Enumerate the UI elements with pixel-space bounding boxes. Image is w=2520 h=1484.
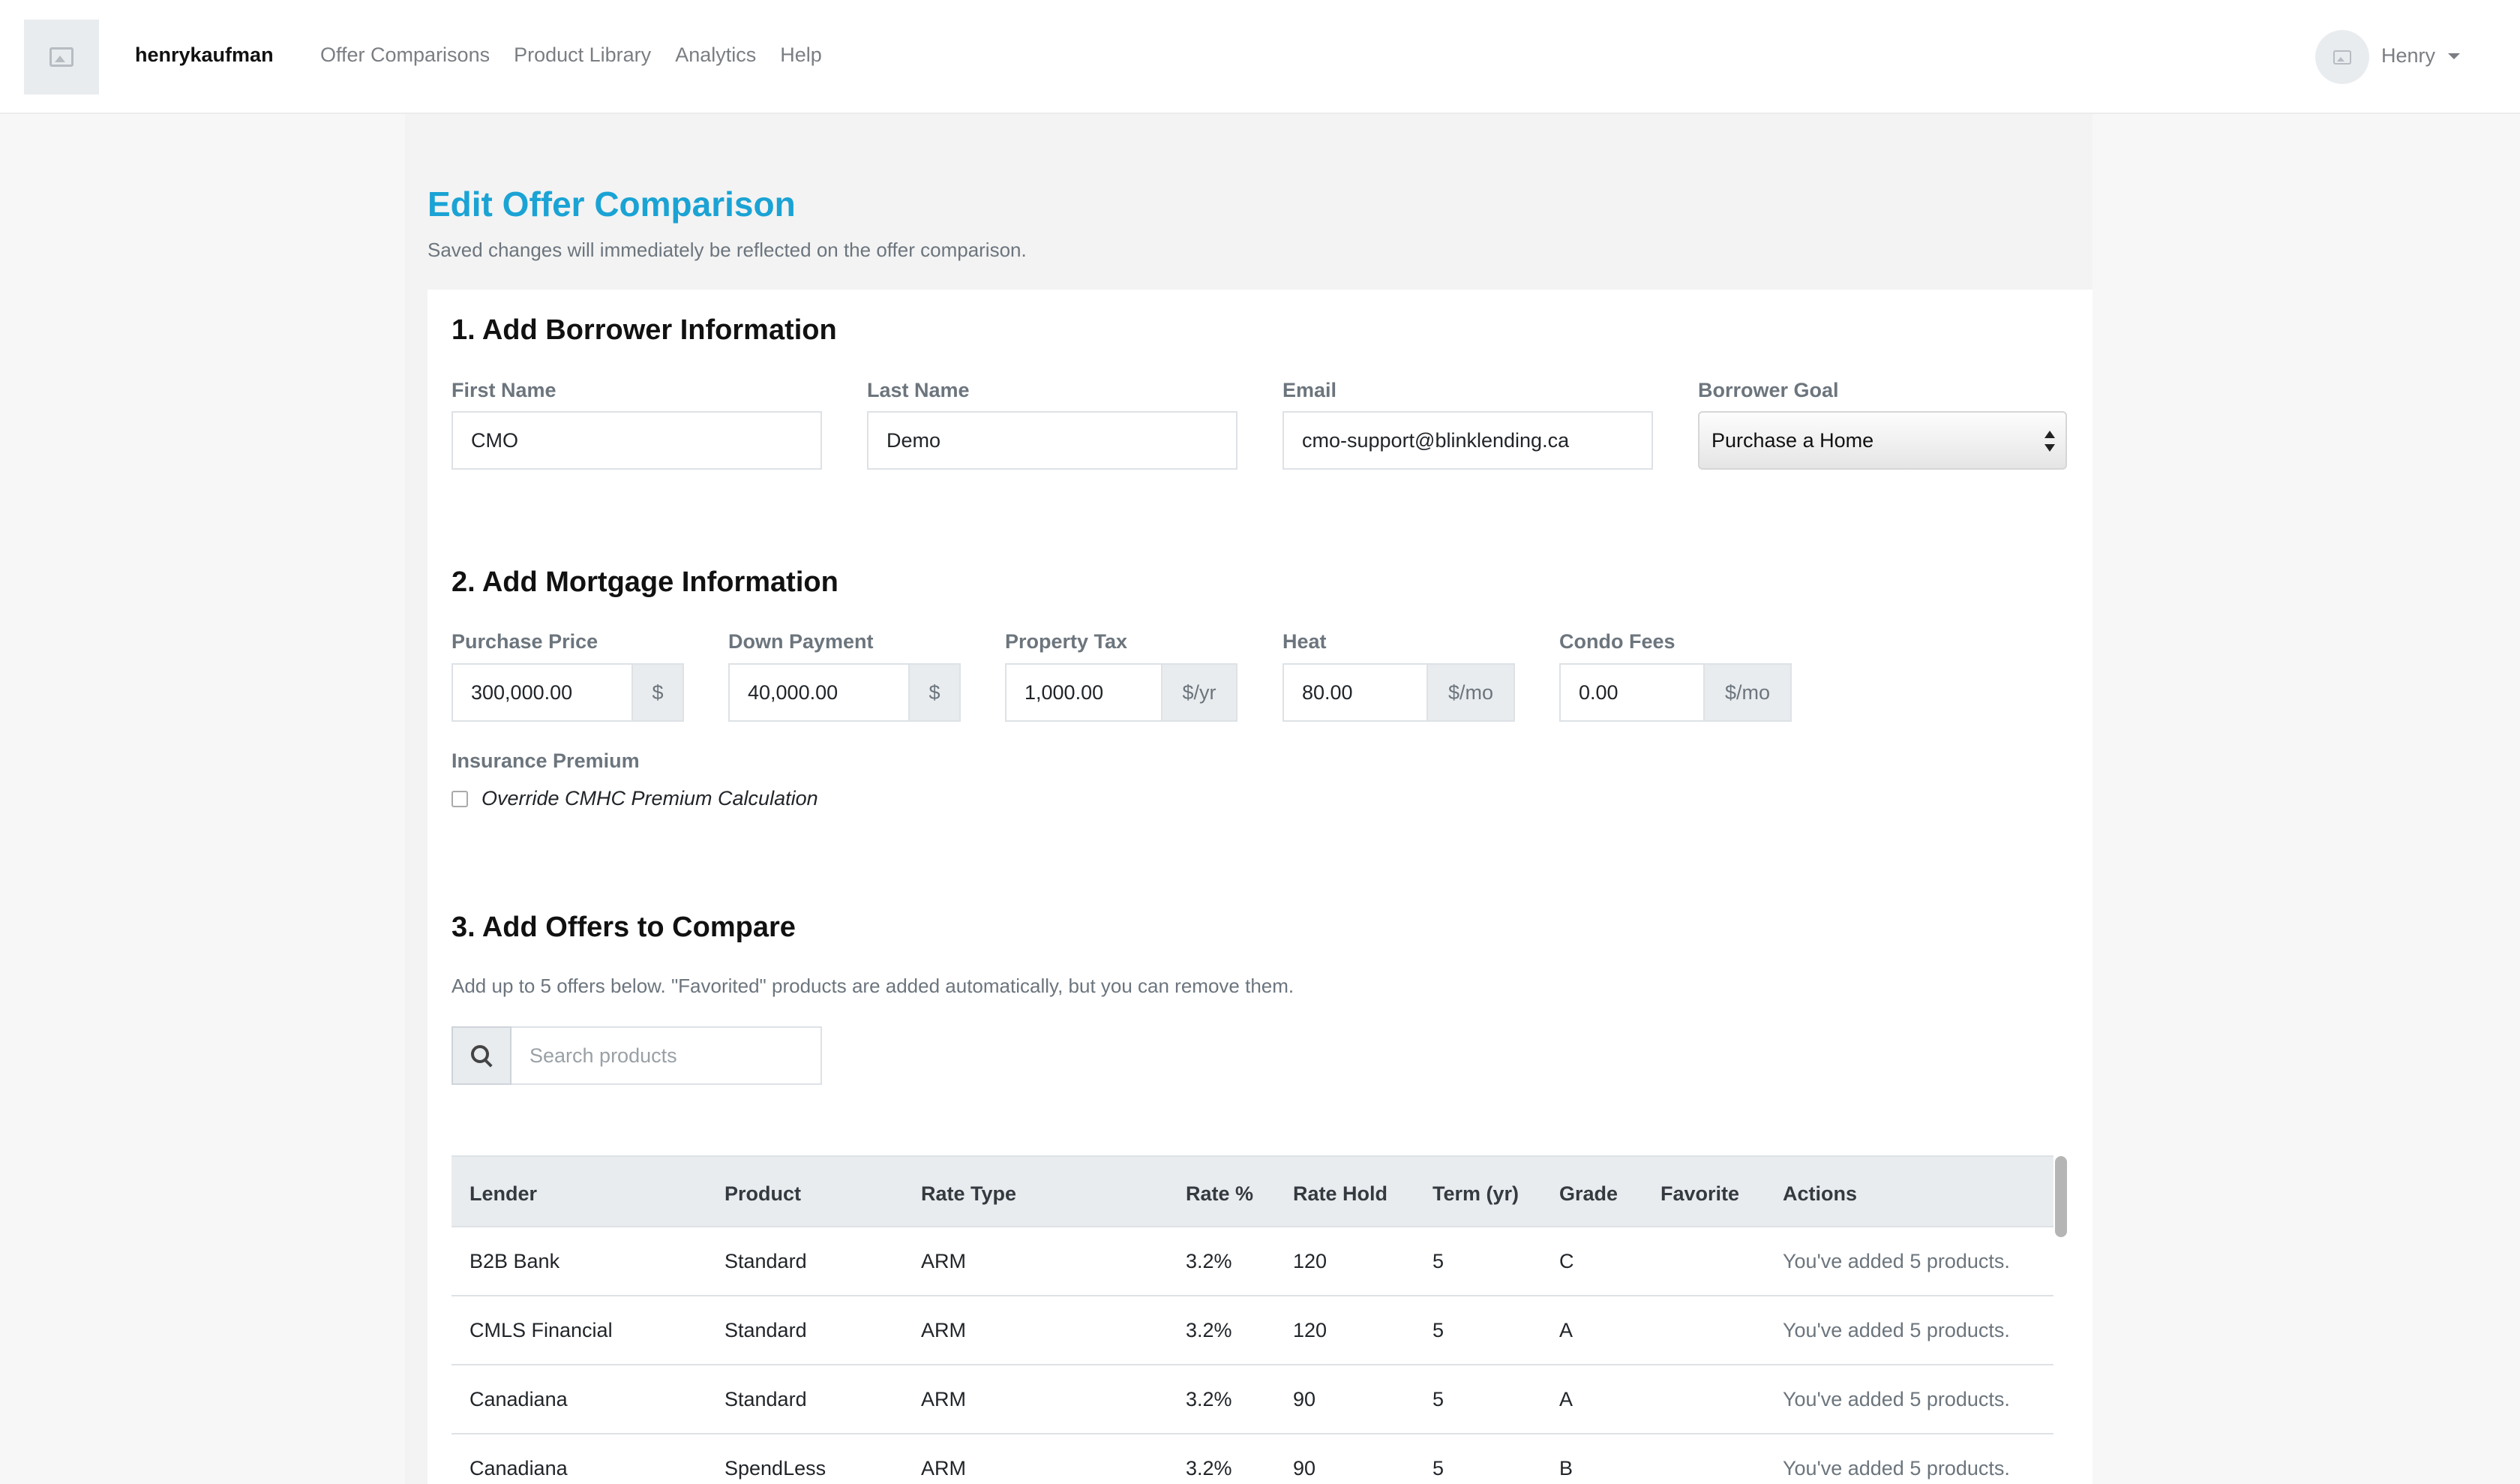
first-name-input[interactable]: CMO <box>452 411 822 470</box>
search-icon <box>471 1045 489 1063</box>
cell-lender: Canadiana <box>470 1457 568 1479</box>
search-products-input[interactable]: Search products <box>512 1026 822 1085</box>
property-tax-unit: $/yr <box>1162 663 1238 722</box>
cell-product: SpendLess <box>724 1457 826 1479</box>
purchase-price-label: Purchase Price <box>452 630 598 653</box>
property-tax-input[interactable]: 1,000.00 <box>1005 663 1162 722</box>
cell-rate-type: ARM <box>921 1457 966 1479</box>
page-subtitle: Saved changes will immediately be reflec… <box>428 239 1027 261</box>
cell-rate-type: ARM <box>921 1388 966 1410</box>
cell-term: 5 <box>1432 1388 1444 1410</box>
nav-links: Offer Comparisons Product Library Analyt… <box>320 44 822 67</box>
offers-description: Add up to 5 offers below. "Favorited" pr… <box>452 975 1294 997</box>
borrower-goal-label: Borrower Goal <box>1698 379 1839 401</box>
cell-rate: 3.2% <box>1186 1319 1232 1341</box>
cell-rate: 3.2% <box>1186 1388 1232 1410</box>
cell-grade: C <box>1559 1250 1574 1272</box>
page-title: Edit Offer Comparison <box>428 185 796 224</box>
cell-rate-hold: 90 <box>1293 1457 1316 1479</box>
purchase-price-unit: $ <box>633 663 684 722</box>
cell-rate-type: ARM <box>921 1319 966 1341</box>
col-lender[interactable]: Lender <box>470 1182 537 1206</box>
cell-grade: B <box>1559 1457 1574 1479</box>
section-borrower-title: 1. Add Borrower Information <box>452 314 837 346</box>
search-button[interactable] <box>452 1026 512 1085</box>
cell-product: Standard <box>724 1319 807 1341</box>
borrower-goal-value: Purchase a Home <box>1712 428 1874 452</box>
table-row: Canadiana SpendLess ARM 3.2% 90 5 B You'… <box>452 1434 2054 1484</box>
purchase-price-input[interactable]: 300,000.00 <box>452 663 633 722</box>
col-rate[interactable]: Rate % <box>1186 1182 1253 1206</box>
cell-grade: A <box>1559 1388 1574 1410</box>
down-payment-unit: $ <box>910 663 961 722</box>
nav-link-product-library[interactable]: Product Library <box>514 44 651 67</box>
col-actions: Actions <box>1783 1182 1858 1205</box>
col-rate-type[interactable]: Rate Type <box>921 1182 1016 1206</box>
cell-rate: 3.2% <box>1186 1457 1232 1479</box>
brand-name[interactable]: henrykaufman <box>135 44 274 67</box>
override-cmhc-label[interactable]: Override CMHC Premium Calculation <box>482 787 818 810</box>
cell-product: Standard <box>724 1388 807 1410</box>
nav-link-help[interactable]: Help <box>780 44 822 67</box>
cell-lender: CMLS Financial <box>470 1319 613 1341</box>
override-cmhc-checkbox[interactable] <box>452 791 468 807</box>
cell-actions: You've added 5 products. <box>1783 1250 2010 1272</box>
email-input[interactable]: cmo-support@blinklending.ca <box>1282 411 1653 470</box>
heat-input[interactable]: 80.00 <box>1282 663 1428 722</box>
cell-rate-hold: 120 <box>1293 1250 1328 1272</box>
col-grade[interactable]: Grade <box>1559 1182 1618 1206</box>
cell-term: 5 <box>1432 1457 1444 1479</box>
chevron-down-icon[interactable] <box>2448 53 2460 59</box>
col-rate-hold[interactable]: Rate Hold <box>1293 1182 1388 1206</box>
condo-fees-unit: $/mo <box>1705 663 1792 722</box>
cell-actions: You've added 5 products. <box>1783 1388 2010 1410</box>
email-label: Email <box>1282 379 1337 401</box>
insurance-premium-label: Insurance Premium <box>452 750 640 772</box>
table-row: CMLS Financial Standard ARM 3.2% 120 5 A… <box>452 1296 2054 1365</box>
property-tax-label: Property Tax <box>1005 630 1128 653</box>
top-navbar: henrykaufman Offer Comparisons Product L… <box>0 0 2520 114</box>
table-row: Canadiana Standard ARM 3.2% 90 5 A You'v… <box>452 1365 2054 1434</box>
cell-actions: You've added 5 products. <box>1783 1319 2010 1341</box>
col-product[interactable]: Product <box>724 1182 801 1206</box>
down-payment-input[interactable]: 40,000.00 <box>728 663 910 722</box>
table-scrollbar[interactable] <box>2055 1156 2067 1237</box>
heat-unit: $/mo <box>1428 663 1515 722</box>
col-favorite[interactable]: Favorite <box>1660 1182 1739 1206</box>
logo-image-icon[interactable] <box>24 20 99 95</box>
cell-rate: 3.2% <box>1186 1250 1232 1272</box>
cell-lender: Canadiana <box>470 1388 568 1410</box>
first-name-label: First Name <box>452 379 556 401</box>
user-menu-name[interactable]: Henry <box>2381 44 2435 68</box>
condo-fees-label: Condo Fees <box>1559 630 1676 653</box>
cell-lender: B2B Bank <box>470 1250 560 1272</box>
cell-grade: A <box>1559 1319 1574 1341</box>
select-arrows-icon <box>2044 431 2055 453</box>
nav-link-analytics[interactable]: Analytics <box>675 44 756 67</box>
last-name-input[interactable]: Demo <box>867 411 1238 470</box>
user-avatar-icon[interactable] <box>2315 30 2369 84</box>
cell-actions: You've added 5 products. <box>1783 1457 2010 1479</box>
section-mortgage-title: 2. Add Mortgage Information <box>452 566 838 598</box>
condo-fees-input[interactable]: 0.00 <box>1559 663 1705 722</box>
cell-rate-hold: 120 <box>1293 1319 1328 1341</box>
nav-link-offer-comparisons[interactable]: Offer Comparisons <box>320 44 490 67</box>
cell-term: 5 <box>1432 1319 1444 1341</box>
cell-rate-hold: 90 <box>1293 1388 1316 1410</box>
borrower-goal-select[interactable]: Purchase a Home <box>1698 411 2067 470</box>
cell-product: Standard <box>724 1250 807 1272</box>
heat-label: Heat <box>1282 630 1327 653</box>
col-term[interactable]: Term (yr) <box>1432 1182 1519 1206</box>
down-payment-label: Down Payment <box>728 630 874 653</box>
table-row: B2B Bank Standard ARM 3.2% 120 5 C You'v… <box>452 1227 2054 1296</box>
offers-table-header: Lender Product Rate Type Rate % Rate Hol… <box>452 1155 2054 1227</box>
last-name-label: Last Name <box>867 379 970 401</box>
cell-term: 5 <box>1432 1250 1444 1272</box>
section-offers-title: 3. Add Offers to Compare <box>452 912 796 943</box>
cell-rate-type: ARM <box>921 1250 966 1272</box>
